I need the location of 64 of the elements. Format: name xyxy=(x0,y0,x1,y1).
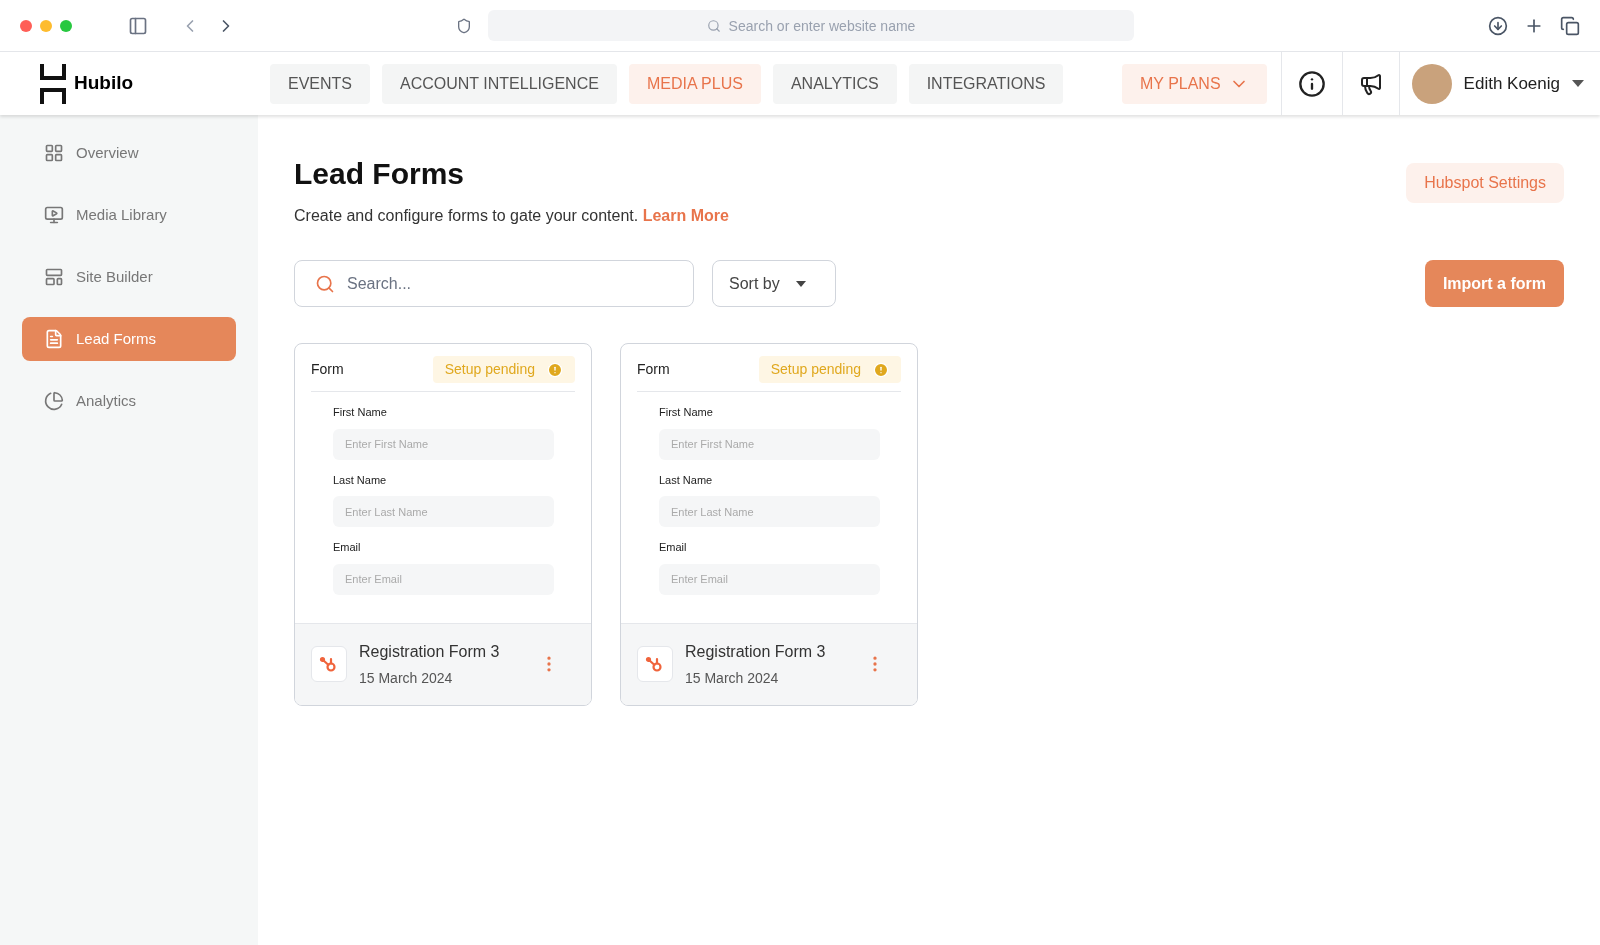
caret-icon xyxy=(795,280,806,287)
nav-tab[interactable]: INTEGRATIONS xyxy=(908,63,1064,104)
form-name: Registration Form 3 xyxy=(359,641,500,662)
page-title: Lead Forms xyxy=(294,156,466,192)
form-date: 15 March 2024 xyxy=(685,668,780,688)
field-label: First Name xyxy=(333,405,388,420)
search-icon xyxy=(706,18,721,33)
field-label: Email xyxy=(659,540,688,555)
field-label: First Name xyxy=(659,405,714,420)
page-subtitle: Create and configure forms to gate your content. Learn More xyxy=(294,206,729,226)
input-field[interactable]: Enter Last Name xyxy=(659,496,880,527)
hubspot-settings-button[interactable]: Hubspot Settings xyxy=(1406,163,1564,203)
learn-more-link[interactable]: Learn More xyxy=(642,207,729,224)
nav-tab[interactable]: ACCOUNT INTELLIGENCE xyxy=(382,63,617,104)
card-header-label: Form xyxy=(311,360,344,379)
form-card[interactable]: Form Setup pending First Name Enter First Name Last Name Enter Last Name Email Enter Email Registration Form 3 15 March 2024 xyxy=(620,343,918,706)
info-icon[interactable] xyxy=(1297,69,1326,98)
field-label: Last Name xyxy=(333,472,388,488)
input-field[interactable]: Enter First Name xyxy=(659,428,880,460)
input-field[interactable]: Enter Email xyxy=(333,563,554,595)
hubilo-logo-icon xyxy=(40,63,66,104)
status-badge: Setup pending xyxy=(758,356,901,383)
warning-icon xyxy=(873,361,889,378)
my-plans-button[interactable]: MY PLANS xyxy=(1121,63,1267,104)
input-field[interactable]: Enter Email xyxy=(659,563,880,595)
megaphone-icon[interactable] xyxy=(1358,71,1383,96)
input-field[interactable]: Enter First Name xyxy=(333,428,554,460)
sidebar-item[interactable]: Site Builder xyxy=(22,255,236,299)
sidebar-item-icon xyxy=(44,205,64,225)
form-name: Registration Form 3 xyxy=(685,641,826,662)
user-name: Edith Koenig xyxy=(1463,72,1560,95)
warning-icon xyxy=(547,361,563,378)
sidebar-item[interactable]: Analytics xyxy=(22,379,236,423)
shield-icon xyxy=(456,17,472,34)
nav-tab[interactable]: MEDIA PLUS xyxy=(628,63,761,104)
card-header-label: Form xyxy=(637,360,670,379)
tabs-overview-icon[interactable] xyxy=(1560,15,1580,36)
import-form-button[interactable]: Import a form xyxy=(1424,260,1564,307)
sidebar-item-icon xyxy=(44,143,64,163)
logo-text: Hubilo xyxy=(74,71,134,96)
nav-tab[interactable]: EVENTS xyxy=(270,63,370,104)
form-date: 15 March 2024 xyxy=(359,668,454,688)
form-card[interactable]: Form Setup pending First Name Enter First Name Last Name Enter Last Name Email Enter Email Registration Form 3 15 March 2024 xyxy=(294,343,592,706)
address-field[interactable]: Search or enter website name xyxy=(488,10,1134,41)
sidebar-item-icon xyxy=(44,329,64,349)
search-placeholder: Search... xyxy=(347,273,412,294)
search-icon xyxy=(315,273,335,294)
sidebar-item-icon xyxy=(44,391,64,411)
sidebar-item[interactable]: Media Library xyxy=(22,193,236,237)
field-label: Last Name xyxy=(659,472,714,488)
sidebar-item-icon xyxy=(44,267,64,287)
search-field[interactable]: Search... xyxy=(294,260,694,307)
field-label: Email xyxy=(333,540,362,555)
address-placeholder: Search or enter website name xyxy=(728,16,916,36)
sort-dropdown[interactable]: Sort by xyxy=(712,260,836,307)
sidebar-item[interactable]: Lead Forms xyxy=(22,317,236,361)
status-badge: Setup pending xyxy=(432,356,575,383)
close-window-icon[interactable] xyxy=(20,19,32,32)
sidebar-toggle-icon[interactable] xyxy=(128,15,148,36)
input-field[interactable]: Enter Last Name xyxy=(333,496,554,527)
download-icon[interactable] xyxy=(1488,15,1508,36)
nav-tab[interactable]: ANALYTICS xyxy=(772,63,897,104)
sidebar-item[interactable]: Overview xyxy=(22,131,236,175)
dropdown-caret-icon[interactable] xyxy=(1572,80,1584,87)
